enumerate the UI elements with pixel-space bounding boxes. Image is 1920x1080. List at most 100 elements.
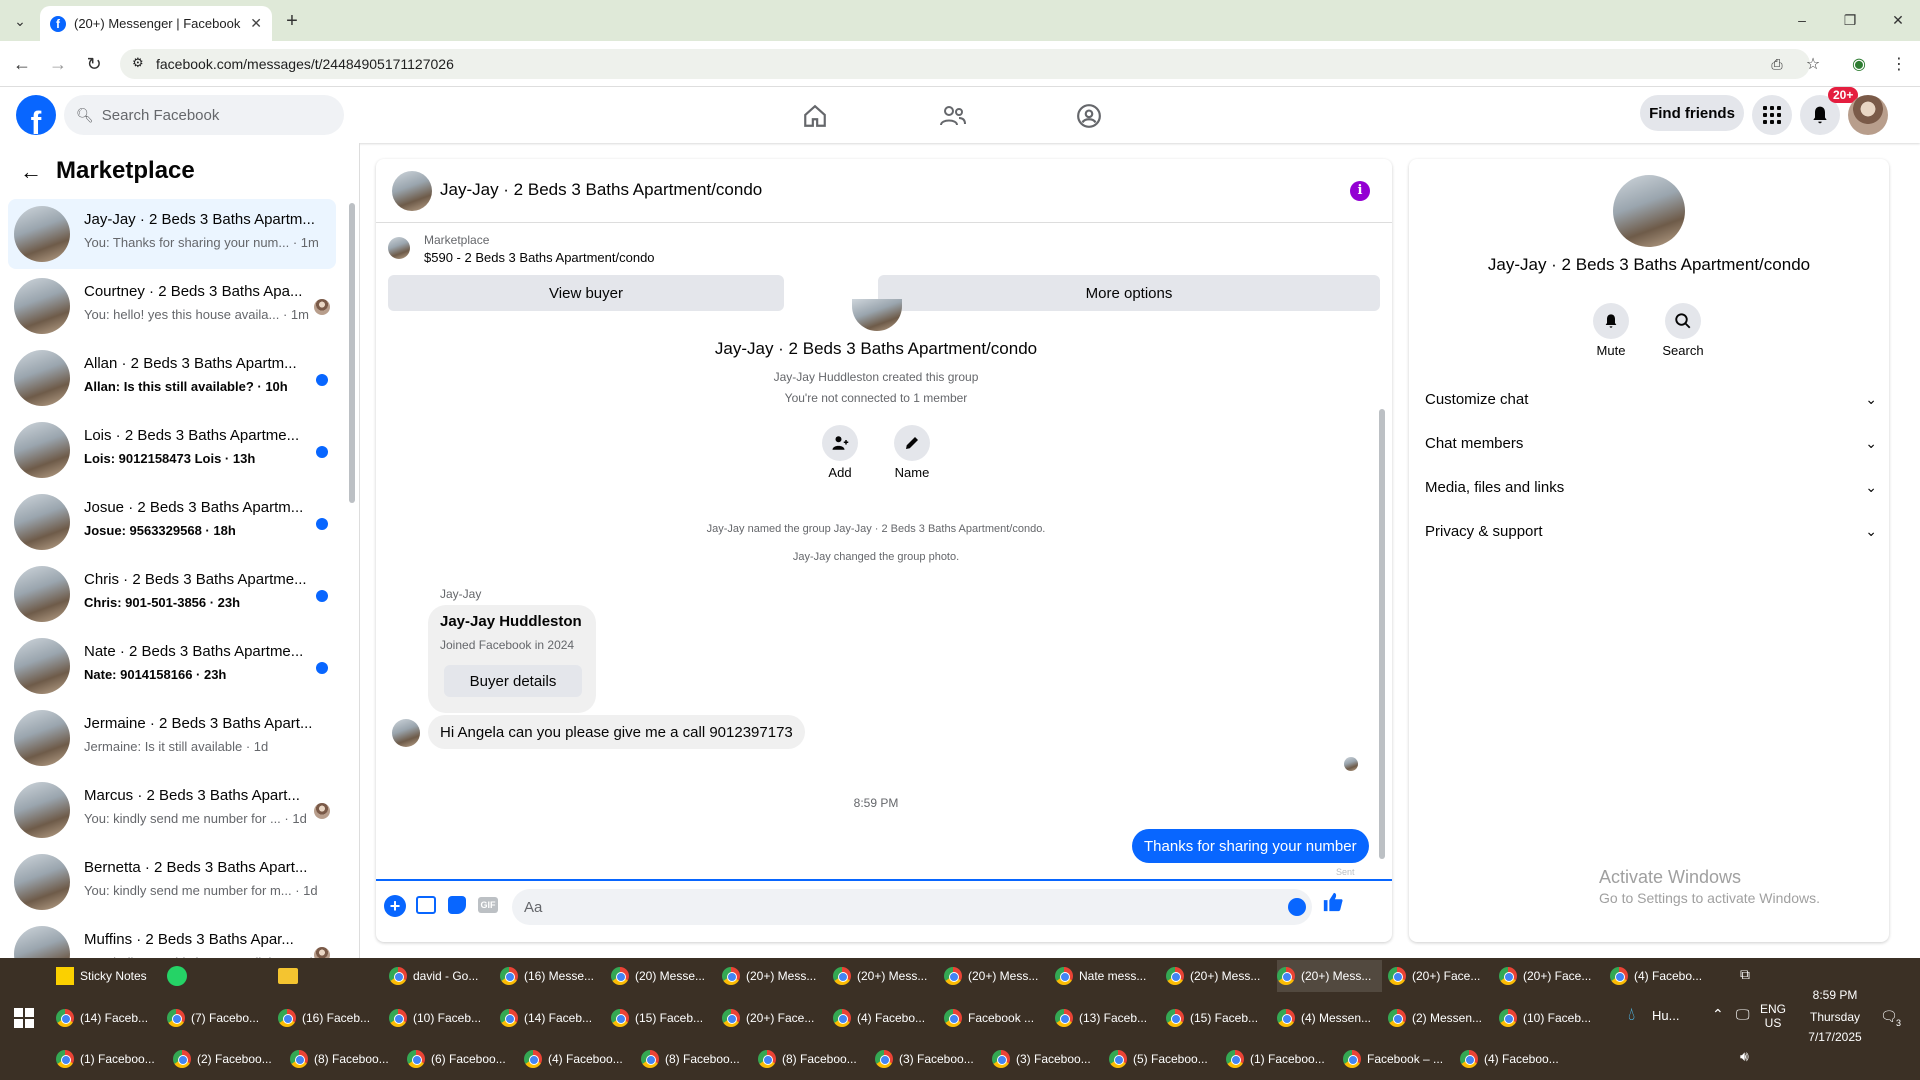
back-arrow-icon[interactable]: ← [20, 159, 42, 185]
emoji-icon[interactable] [1288, 898, 1306, 916]
minimize-icon[interactable]: – [1790, 8, 1814, 32]
conversation-item[interactable]: Courtney · 2 Beds 3 Baths Apa... You: hel… [8, 271, 336, 341]
taskbar-window-button[interactable]: (14) Faceb... [500, 1002, 605, 1034]
taskbar-window-button[interactable]: (2) Faceboo... [173, 1043, 284, 1075]
taskbar-window-button[interactable]: (3) Faceboo... [992, 1043, 1103, 1075]
like-thumb-icon[interactable] [1322, 891, 1344, 919]
edit-name-pencil-icon[interactable] [894, 425, 930, 461]
chat-group-photo[interactable] [392, 171, 432, 211]
menu-grid-icon[interactable] [1752, 95, 1792, 135]
find-friends-button[interactable]: Find friends [1640, 95, 1744, 131]
home-icon[interactable] [798, 99, 832, 133]
taskbar-window-button[interactable]: (20+) Mess... [1277, 960, 1382, 992]
taskbar-window-button[interactable]: david - Go... [389, 960, 494, 992]
conversation-item[interactable]: Nate · 2 Beds 3 Baths Apartme... Nate: 90… [8, 631, 336, 701]
sender-avatar[interactable] [392, 719, 420, 747]
taskbar-window-button[interactable]: Facebook ... [944, 1002, 1049, 1034]
taskbar-window-button[interactable]: (16) Faceb... [278, 1002, 383, 1034]
menu-kebab-icon[interactable]: ⋮ [1888, 54, 1910, 74]
conversation-item[interactable]: Josue · 2 Beds 3 Baths Apartm... Josue: 9… [8, 487, 336, 557]
conversation-item[interactable]: Jay-Jay · 2 Beds 3 Baths Apartm... You: T… [8, 199, 336, 269]
taskbar-window-button[interactable]: (10) Faceb... [389, 1002, 494, 1034]
conversation-item[interactable]: Chris · 2 Beds 3 Baths Apartme... Chris: … [8, 559, 336, 629]
volume-icon[interactable]: 🔊︎ [1740, 1048, 1749, 1065]
taskbar-window-button[interactable]: (20+) Face... [722, 1002, 827, 1034]
taskbar-window-button[interactable]: (20+) Mess... [722, 960, 827, 992]
taskbar-window-button[interactable]: Sticky Notes [56, 960, 161, 992]
forward-icon[interactable]: → [46, 53, 70, 75]
conversation-item[interactable]: Jermaine · 2 Beds 3 Baths Apart... Jermai… [8, 703, 336, 773]
friends-icon[interactable] [936, 99, 970, 133]
buyer-details-button[interactable]: Buyer details [444, 665, 582, 697]
language-indicator[interactable]: ENG US [1760, 1002, 1786, 1030]
taskbar-window-button[interactable]: (20) Messe... [611, 960, 716, 992]
clock[interactable]: 8:59 PM Thursday 7/17/2025 [1800, 988, 1870, 1044]
taskbar-window-button[interactable] [167, 960, 272, 992]
windows-start-icon[interactable] [14, 1008, 34, 1028]
close-tab-icon[interactable]: ✕ [250, 15, 262, 32]
mute-bell-icon[interactable] [1593, 303, 1629, 339]
taskbar-window-button[interactable] [278, 960, 383, 992]
taskbar-window-button[interactable]: (20+) Mess... [833, 960, 938, 992]
taskbar-window-button[interactable]: (4) Faceboo... [1460, 1043, 1571, 1075]
weather-icon[interactable]: 💧︎ [1628, 1004, 1635, 1025]
view-buyer-button[interactable]: View buyer [388, 275, 784, 311]
add-member-icon[interactable] [822, 425, 858, 461]
message-input[interactable]: Aa [512, 889, 1312, 925]
outgoing-message[interactable]: Thanks for sharing your number [1132, 829, 1369, 863]
gif-icon[interactable]: GIF [478, 897, 498, 913]
account-avatar[interactable] [1848, 95, 1888, 135]
taskbar-window-button[interactable]: (20+) Face... [1499, 960, 1604, 992]
taskbar-window-button[interactable]: (4) Facebo... [1610, 960, 1715, 992]
url-field[interactable]: ⚙ facebook.com/messages/t/24484905171127… [120, 49, 1810, 79]
taskbar-window-button[interactable]: Nate mess... [1055, 960, 1160, 992]
taskbar-window-button[interactable]: (14) Faceb... [56, 1002, 161, 1034]
privacy-support-section[interactable]: Privacy & support ⌄ [1425, 513, 1877, 549]
taskbar-window-button[interactable]: (16) Messe... [500, 960, 605, 992]
sidebar-scrollbar[interactable] [349, 203, 355, 503]
site-info-icon[interactable]: ⚙ [132, 55, 144, 71]
taskbar-window-button[interactable]: Facebook – ... [1343, 1043, 1454, 1075]
chat-title[interactable]: Jay-Jay · 2 Beds 3 Baths Apartment/condo [440, 180, 762, 200]
taskbar-window-button[interactable]: (3) Faceboo... [875, 1043, 986, 1075]
taskbar-window-button[interactable]: (1) Faceboo... [56, 1043, 167, 1075]
taskbar-window-button[interactable]: (20+) Mess... [944, 960, 1049, 992]
taskbar-window-button[interactable]: (2) Messen... [1388, 1002, 1493, 1034]
bookmark-star-icon[interactable]: ☆ [1802, 54, 1824, 74]
chat-scrollbar[interactable] [1379, 409, 1385, 859]
taskbar-window-button[interactable]: (5) Faceboo... [1109, 1043, 1220, 1075]
tab-search-chevron-icon[interactable]: ⌄ [8, 10, 32, 32]
more-actions-plus-icon[interactable]: + [384, 895, 406, 917]
attach-photo-icon[interactable] [416, 896, 436, 914]
weather-text[interactable]: Hu... [1652, 1008, 1679, 1023]
taskbar-window-button[interactable]: (6) Faceboo... [407, 1043, 518, 1075]
install-app-icon[interactable]: ⎙ [1766, 54, 1788, 74]
new-tab-icon[interactable]: + [280, 10, 304, 32]
reload-icon[interactable]: ↻ [82, 53, 106, 75]
conversation-item[interactable]: Marcus · 2 Beds 3 Baths Apart... You: kin… [8, 775, 336, 845]
chat-info-photo[interactable] [1613, 175, 1685, 247]
conversation-item[interactable]: Allan · 2 Beds 3 Baths Apartm... Allan: I… [8, 343, 336, 413]
info-icon[interactable]: i [1350, 181, 1370, 201]
taskbar-window-button[interactable]: (15) Faceb... [611, 1002, 716, 1034]
taskbar-window-button[interactable]: (20+) Mess... [1166, 960, 1271, 992]
close-window-icon[interactable]: ✕ [1886, 8, 1910, 32]
sticker-icon[interactable] [448, 896, 466, 914]
taskbar-window-button[interactable]: (1) Faceboo... [1226, 1043, 1337, 1075]
incoming-message[interactable]: Hi Angela can you please give me a call … [428, 715, 805, 749]
conversation-item[interactable]: Bernetta · 2 Beds 3 Baths Apart... You: k… [8, 847, 336, 917]
taskbar-window-button[interactable]: (20+) Face... [1388, 960, 1493, 992]
browser-tab-active[interactable]: f (20+) Messenger | Facebook ✕ [40, 6, 272, 41]
search-in-chat-icon[interactable] [1665, 303, 1701, 339]
show-hidden-icons-icon[interactable]: ⌃ [1712, 1006, 1724, 1023]
taskbar-window-button[interactable]: (10) Faceb... [1499, 1002, 1604, 1034]
taskbar-window-button[interactable]: (4) Faceboo... [524, 1043, 635, 1075]
media-files-links-section[interactable]: Media, files and links ⌄ [1425, 469, 1877, 505]
conversation-item[interactable]: Lois · 2 Beds 3 Baths Apartme... Lois: 90… [8, 415, 336, 485]
groups-icon[interactable] [1072, 99, 1106, 133]
network-icon[interactable]: 🖵︎ [1736, 1006, 1750, 1023]
back-icon[interactable]: ← [10, 53, 34, 75]
taskbar-window-button[interactable]: (7) Facebo... [167, 1002, 272, 1034]
taskbar-window-button[interactable]: (8) Faceboo... [758, 1043, 869, 1075]
search-input[interactable]: 🔍︎ Search Facebook [64, 95, 344, 135]
